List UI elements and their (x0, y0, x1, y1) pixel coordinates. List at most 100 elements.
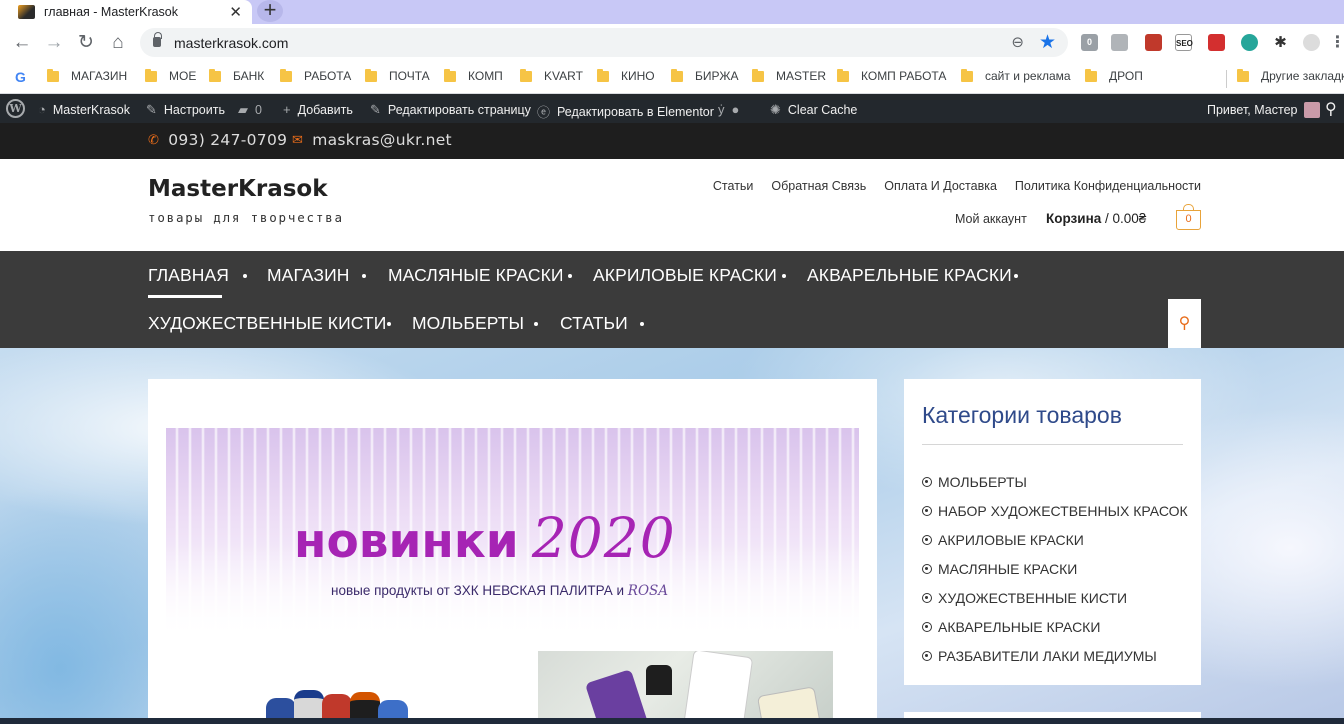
header-link-feedback[interactable]: Обратная Связь (771, 179, 866, 193)
category-item[interactable]: АКВАРЕЛЬНЫЕ КРАСКИ (922, 612, 1188, 641)
seo-extension-icon[interactable]: SEO (1175, 34, 1193, 51)
vpn-extension-icon[interactable] (1241, 34, 1258, 51)
bookmark-label: ДРОП (1109, 69, 1143, 83)
admin-clear-cache-label: Clear Cache (787, 103, 858, 117)
envelope-icon: ✉ (292, 132, 304, 148)
nav-item-home[interactable]: ГЛАВНАЯ (148, 265, 229, 286)
folder-icon (597, 68, 609, 82)
elementor-icon: ⓔ (537, 105, 551, 120)
plus-icon: + (283, 102, 291, 117)
nav-separator (534, 322, 538, 326)
nav-item-easels[interactable]: МОЛЬБЕРТЫ (412, 313, 524, 334)
nav-item-brushes[interactable]: ХУДОЖЕСТВЕННЫЕ КИСТИ (148, 313, 386, 334)
category-label: НАБОР ХУДОЖЕСТВЕННЫХ КРАСОК (938, 502, 1188, 519)
bookmark-folder[interactable]: РАБОТА (280, 68, 351, 83)
contact-email[interactable]: ✉ maskras@ukr.net (292, 131, 452, 149)
phone-icon: ✆ (148, 132, 160, 148)
other-bookmarks-folder[interactable]: Другие закладк (1237, 68, 1344, 83)
folder-icon (1237, 68, 1249, 82)
shield-extension-icon[interactable] (1111, 34, 1128, 51)
zoom-icon[interactable]: ⊖ (1011, 33, 1024, 51)
admin-search-icon[interactable]: ⚲ (1325, 99, 1337, 119)
back-arrow-icon[interactable]: ← (11, 32, 33, 54)
nav-item-oil-paints[interactable]: МАСЛЯНЫЕ КРАСКИ (388, 265, 564, 286)
bookmark-folder[interactable]: БАНК (209, 68, 264, 83)
category-item[interactable]: РАЗБАВИТЕЛИ ЛАКИ МЕДИУМЫ (922, 641, 1188, 670)
video-extension-icon[interactable] (1208, 34, 1225, 51)
nav-separator (782, 274, 786, 278)
folder-icon (47, 68, 59, 82)
bookmark-star-icon[interactable]: ★ (1039, 31, 1056, 54)
home-icon[interactable]: ⌂ (107, 32, 129, 54)
admin-yoast-link[interactable]: ẏ ● (718, 102, 746, 117)
admin-customize-link[interactable]: ✎ Настроить (146, 102, 225, 118)
admin-site-link[interactable]: ◔ MasterKrasok (38, 102, 130, 117)
category-item[interactable]: ХУДОЖЕСТВЕННЫЕ КИСТИ (922, 583, 1188, 612)
bookmark-folder[interactable]: МАГАЗИН (47, 68, 128, 83)
header-link-privacy[interactable]: Политика Конфиденциальности (1015, 179, 1201, 193)
cart-link[interactable]: Корзина / 0.00₴ (1046, 211, 1146, 226)
bookmark-folder[interactable]: МОЕ (145, 68, 196, 83)
site-contact-bar: ✆ 093) 247-0709 ✉ maskras@ukr.net (0, 123, 1344, 159)
admin-account-menu[interactable]: Привет, Мастер (1207, 102, 1320, 118)
bookmark-folder[interactable]: MASTER (752, 68, 827, 83)
nav-item-acrylic-paints[interactable]: АКРИЛОВЫЕ КРАСКИ (593, 265, 777, 286)
promo-banner[interactable]: новинки 2020 новые продукты от ЗХК НЕВСК… (166, 428, 859, 638)
category-item[interactable]: МАСЛЯНЫЕ КРАСКИ (922, 554, 1188, 583)
search-icon[interactable]: ⚲ (1168, 299, 1201, 348)
category-item[interactable]: АКРИЛОВЫЕ КРАСКИ (922, 525, 1188, 554)
category-item[interactable]: НАБОР ХУДОЖЕСТВЕННЫХ КРАСОК (922, 496, 1188, 525)
nav-item-watercolor-paints[interactable]: АКВАРЕЛЬНЫЕ КРАСКИ (807, 265, 1012, 286)
category-item[interactable]: МОЛЬБЕРТЫ (922, 467, 1188, 496)
admin-edit-page-link[interactable]: ✎ Редактировать страницу (370, 102, 531, 118)
header-link-articles[interactable]: Статьи (713, 179, 754, 193)
bookmark-label: МАГАЗИН (71, 69, 128, 83)
bookmark-folder[interactable]: ПОЧТА (365, 68, 430, 83)
wordpress-logo-icon[interactable]: W (6, 99, 25, 118)
brush-icon: ✎ (146, 102, 157, 117)
tag-extension-icon[interactable] (1145, 34, 1162, 51)
site-header: MasterKrasok товары для творчества Стать… (0, 159, 1344, 251)
address-bar[interactable]: masterkrasok.com ⊖ ★ (140, 28, 1068, 57)
shopping-bag-icon[interactable]: 0 (1176, 204, 1201, 230)
bookmark-folder[interactable]: сайт и реклама (961, 68, 1071, 83)
main-navigation: ГЛАВНАЯ МАГАЗИН МАСЛЯНЫЕ КРАСКИ АКРИЛОВЫ… (0, 251, 1344, 348)
nav-item-shop[interactable]: МАГАЗИН (267, 265, 350, 286)
google-bookmark-icon[interactable]: G (15, 69, 28, 85)
bookmark-folder[interactable]: ДРОП (1085, 68, 1143, 83)
banner-title-word: новинки (294, 514, 519, 569)
bookmark-label: MASTER (776, 69, 827, 83)
browser-tab-active[interactable]: главная - MasterKrasok ✕ (0, 0, 252, 24)
extensions-puzzle-icon[interactable]: ✱ (1272, 34, 1289, 51)
site-favicon-icon (18, 5, 35, 19)
nav-separator (362, 274, 366, 278)
widget-divider (922, 444, 1183, 445)
nav-separator (243, 274, 247, 278)
bookmark-folder[interactable]: БИРЖА (671, 68, 738, 83)
nav-item-articles[interactable]: СТАТЬИ (560, 313, 628, 334)
address-url[interactable]: masterkrasok.com (174, 35, 288, 51)
profile-avatar-icon[interactable] (1303, 34, 1320, 51)
admin-elementor-link[interactable]: ⓔ Редактировать в Elementor (537, 102, 714, 121)
product-image-watercolor[interactable] (538, 651, 833, 724)
new-tab-button[interactable]: + (257, 0, 283, 22)
forward-arrow-icon[interactable]: → (43, 32, 65, 54)
extension-badge-icon[interactable]: 0 (1081, 34, 1098, 51)
admin-clear-cache-link[interactable]: ✺ Clear Cache (770, 102, 857, 118)
admin-comments-link[interactable]: ▰ 0 (238, 102, 262, 118)
header-link-payment-delivery[interactable]: Оплата И Доставка (884, 179, 997, 193)
contact-phone[interactable]: ✆ 093) 247-0709 (148, 131, 287, 149)
bookmark-folder[interactable]: КОМП РАБОТА (837, 68, 946, 83)
tab-close-icon[interactable]: ✕ (229, 3, 242, 21)
reload-icon[interactable]: ↻ (75, 32, 97, 54)
admin-site-label: MasterKrasok (52, 102, 130, 117)
site-title[interactable]: MasterKrasok (148, 176, 328, 202)
bookmark-folder[interactable]: КИНО (597, 68, 655, 83)
bookmark-folder[interactable]: KVART (520, 68, 583, 83)
bookmark-folder[interactable]: КОМП (444, 68, 503, 83)
browser-tab-strip: главная - MasterKrasok ✕ + (0, 0, 1344, 24)
my-account-link[interactable]: Мой аккаунт (955, 212, 1027, 226)
admin-add-new-link[interactable]: + Добавить (283, 102, 353, 117)
browser-menu-icon[interactable]: ⋮ (1329, 34, 1344, 51)
user-avatar (1303, 102, 1320, 118)
